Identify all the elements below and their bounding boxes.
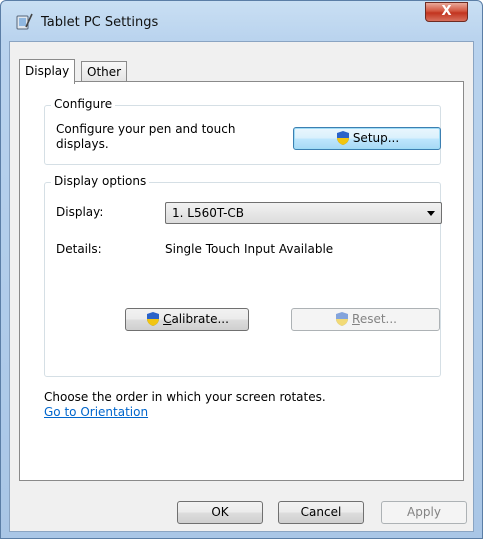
uac-shield-icon <box>147 312 160 326</box>
go-to-orientation-link[interactable]: Go to Orientation <box>44 405 148 419</box>
ok-button[interactable]: OK <box>177 501 263 524</box>
tab-other[interactable]: Other <box>81 61 128 82</box>
display-options-group-title: Display options <box>51 174 150 188</box>
cancel-button[interactable]: Cancel <box>278 501 364 524</box>
close-button[interactable]: X <box>425 2 468 22</box>
details-label: Details: <box>56 242 102 256</box>
uac-shield-icon <box>336 312 348 326</box>
details-value: Single Touch Input Available <box>165 242 334 256</box>
configure-description-line1: Configure your pen and touch <box>56 122 236 136</box>
orientation-text: Choose the order in which your screen ro… <box>44 390 326 404</box>
tablet-pc-settings-window: Tablet PC Settings X Display Other Confi… <box>0 0 483 539</box>
configure-description: Configure your pen and touch displays. <box>56 122 235 152</box>
calibrate-button[interactable]: Calibrate... <box>125 308 249 331</box>
uac-shield-icon <box>336 131 349 145</box>
display-select[interactable]: 1. L560T-CB <box>165 202 442 224</box>
reset-button[interactable]: Reset... <box>291 308 440 331</box>
tablet-pc-icon <box>16 13 33 30</box>
dialog-client-area: Display Other Configure Configure your p… <box>9 41 474 532</box>
configure-description-line2: displays. <box>56 137 109 151</box>
display-options-group: Display options Display: 1. L560T-CB Det… <box>44 174 442 377</box>
title-bar[interactable]: Tablet PC Settings X <box>1 1 482 41</box>
display-label: Display: <box>56 205 104 219</box>
dropdown-arrow-icon <box>427 211 435 216</box>
configure-group: Configure Configure your pen and touch d… <box>44 97 441 165</box>
configure-group-title: Configure <box>51 97 116 111</box>
calibrate-button-label: alibrate... <box>171 312 229 326</box>
window-title: Tablet PC Settings <box>41 15 159 30</box>
setup-button-label: Setup... <box>352 131 400 145</box>
apply-button[interactable]: Apply <box>381 501 467 524</box>
reset-button-label: eset... <box>359 312 397 326</box>
display-tab-panel: Configure Configure your pen and touch d… <box>19 81 464 481</box>
display-select-value: 1. L560T-CB <box>172 206 245 220</box>
reset-accelerator: R <box>352 312 360 326</box>
tab-display[interactable]: Display <box>19 59 76 84</box>
setup-button[interactable]: Setup... <box>293 127 441 150</box>
